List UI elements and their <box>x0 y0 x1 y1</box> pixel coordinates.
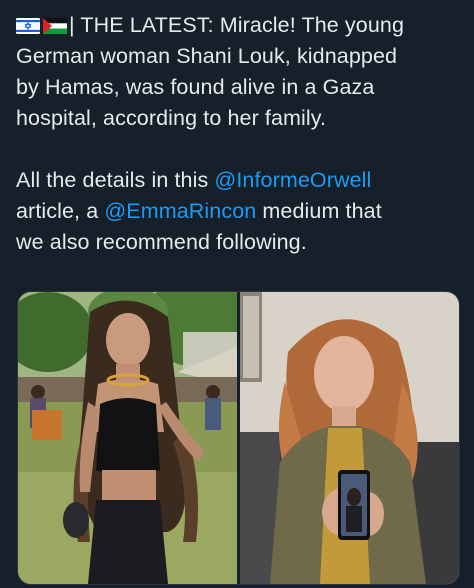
tweet-line-1: | THE LATEST: Miracle! The young <box>16 10 462 41</box>
tweet-line-5: All the details in this @InformeOrwell <box>16 168 372 192</box>
israel-flag-icon <box>16 18 40 34</box>
flag-emojis <box>16 18 67 34</box>
mention-emmarincon-link[interactable]: @EmmaRincon <box>104 199 256 223</box>
tweet-line-2: German woman Shani Louk, kidnapped <box>16 44 398 68</box>
palestine-flag-icon <box>43 18 67 34</box>
tweet-line-4: hospital, according to her family. <box>16 106 327 130</box>
tweet-line-6: article, a @EmmaRincon medium that <box>16 199 382 223</box>
tweet-text: | THE LATEST: Miracle! The young German … <box>16 10 462 258</box>
mention-informeorwell-link[interactable]: @InformeOrwell <box>214 168 371 192</box>
tweet-line-3: by Hamas, was found alive in a Gaza <box>16 75 375 99</box>
mother-holding-phone-photo[interactable] <box>240 292 459 584</box>
tweet-media-grid <box>17 291 460 585</box>
tweet-line-7: we also recommend following. <box>16 230 307 254</box>
woman-with-dreadlocks-photo[interactable] <box>18 292 237 584</box>
